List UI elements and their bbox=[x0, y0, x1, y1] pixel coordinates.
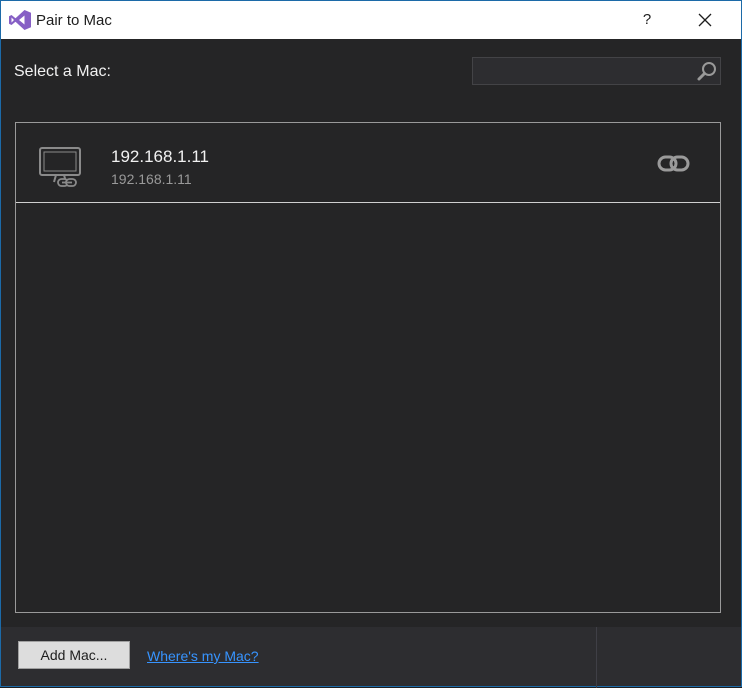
dialog-footer: Add Mac... Where's my Mac? bbox=[1, 627, 741, 686]
mac-list-item[interactable]: 192.168.1.11 192.168.1.11 bbox=[16, 123, 720, 203]
pair-to-mac-dialog: Pair to Mac ? Select a Mac: 192.168.1.11 bbox=[0, 0, 742, 688]
mac-list: 192.168.1.11 192.168.1.11 bbox=[15, 122, 721, 613]
close-icon bbox=[698, 13, 712, 27]
search-icon[interactable] bbox=[696, 60, 718, 82]
add-mac-button[interactable]: Add Mac... bbox=[18, 641, 130, 669]
window-title: Pair to Mac bbox=[36, 12, 112, 29]
mac-name: 192.168.1.11 bbox=[111, 147, 209, 166]
search-input[interactable] bbox=[472, 57, 721, 85]
divider bbox=[596, 627, 597, 688]
select-mac-label: Select a Mac: bbox=[14, 63, 111, 80]
title-bar: Pair to Mac ? bbox=[1, 1, 741, 39]
close-button[interactable] bbox=[683, 1, 727, 39]
wheres-my-mac-link[interactable]: Where's my Mac? bbox=[147, 648, 259, 664]
link-icon[interactable] bbox=[657, 154, 691, 174]
help-button[interactable]: ? bbox=[627, 1, 667, 39]
visual-studio-logo-icon bbox=[9, 10, 31, 30]
mac-address: 192.168.1.11 bbox=[111, 171, 192, 187]
mac-monitor-icon bbox=[39, 147, 81, 187]
